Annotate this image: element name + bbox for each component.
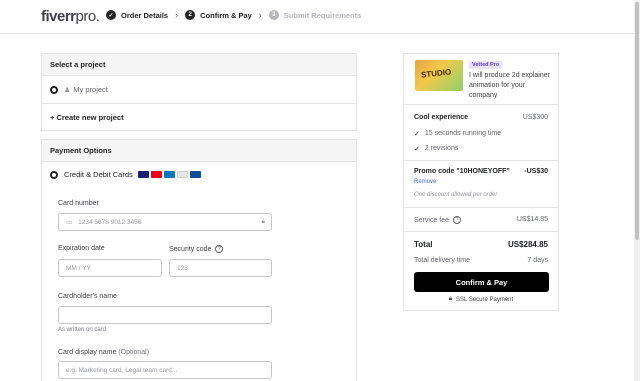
service-fee-label: Service fee: [414, 216, 450, 224]
top-header: fiverrpro. ✓ Order Details › 2 Confirm &…: [0, 0, 640, 34]
checkout-steps: ✓ Order Details › 2 Confirm & Pay › 3 Su…: [106, 10, 361, 20]
visa-icon: [137, 171, 149, 178]
divider: [404, 231, 558, 232]
divider: [404, 207, 558, 208]
radio-selected[interactable]: [50, 170, 58, 179]
remove-promo-link[interactable]: Remove: [414, 179, 548, 185]
payment-method-label: Credit & Debit Cards: [64, 170, 133, 179]
package-name: Cool experience: [414, 114, 469, 121]
jcb-icon: [189, 171, 201, 178]
credit-card-icon: ▭: [66, 219, 73, 226]
promo-value: -US$30: [524, 168, 548, 175]
expiration-label: Expiration date: [58, 245, 105, 252]
help-icon[interactable]: ?: [453, 216, 462, 224]
package-price: US$300: [522, 114, 548, 121]
step-label: Submit Requirements: [283, 10, 362, 20]
service-fee-value: US$14.85: [516, 216, 548, 223]
chevron-right-icon: ›: [258, 10, 262, 20]
project-panel: Select a project ♟ My project + Create n…: [41, 53, 357, 131]
logo-sub: pro.: [75, 8, 100, 25]
display-name-placeholder: e.g. Marketing card, Legal team card...: [66, 366, 178, 374]
ssl-text: SSL Secure Payment: [456, 296, 514, 303]
step-number: 3: [268, 10, 279, 20]
thumbnail-text: STUDIO: [420, 67, 452, 80]
lock-icon: 🔒︎: [448, 296, 453, 302]
create-project-link[interactable]: + Create new project: [42, 103, 356, 130]
gig-thumbnail[interactable]: STUDIO: [415, 60, 463, 91]
security-code-placeholder: 123: [177, 264, 188, 272]
logo-main: fiverr: [41, 8, 76, 25]
feature-text: 15 seconds running time: [424, 130, 502, 137]
page-scrollbar[interactable]: [634, 0, 640, 381]
display-name-input[interactable]: e.g. Marketing card, Legal team card...: [58, 361, 272, 379]
card-number-label: Card number: [58, 200, 99, 207]
lock-icon: 🔒︎: [261, 218, 265, 225]
step-confirm-pay: 2 Confirm & Pay: [185, 10, 252, 20]
cardholder-input[interactable]: [58, 306, 272, 324]
total-label: Total: [414, 240, 433, 249]
delivery-label: Total delivery time: [414, 257, 471, 264]
gig-title: I will produce 2d explainer animation fo…: [469, 72, 550, 99]
mastercard-icon: [150, 171, 162, 178]
feature-item: ✓ 15 seconds running time: [414, 130, 548, 138]
expiration-placeholder: MM / YY: [66, 264, 91, 272]
display-name-label-group: Card display name (Optional): [58, 349, 149, 356]
fiverr-pro-logo[interactable]: fiverrpro.: [41, 8, 100, 25]
help-icon[interactable]: ?: [215, 245, 224, 253]
card-number-placeholder: 1234 5678 9012 3456: [78, 218, 142, 226]
expiration-input[interactable]: MM / YY: [58, 259, 162, 277]
project-name: My project: [73, 85, 108, 94]
confirm-pay-button[interactable]: Confirm & Pay: [414, 272, 549, 292]
display-name-label: Card display name: [58, 349, 117, 356]
project-option-my-project[interactable]: ♟ My project: [42, 76, 356, 103]
total-line: Total US$284.85: [414, 240, 548, 249]
divider: [404, 160, 558, 161]
scrollbar-thumb[interactable]: [635, 2, 639, 240]
security-code-label: Security code: [169, 245, 212, 253]
step-label: Order Details: [121, 10, 169, 20]
divider: [404, 104, 558, 105]
promo-note: One discount allowed per order: [414, 192, 548, 198]
vetted-pro-badge: Vetted Pro: [469, 61, 503, 69]
service-fee-line: Service fee ? US$14.85: [414, 216, 548, 224]
security-code-input[interactable]: 123: [169, 259, 272, 277]
promo-line: Promo code "10HONEYOFF" -US$30: [414, 168, 548, 175]
payment-heading: Payment Options: [42, 140, 356, 162]
feature-text: 2 revisions: [424, 145, 459, 152]
cardholder-label: Cardholder's name: [58, 293, 117, 300]
step-number: 2: [185, 10, 196, 20]
security-code-label-group: Security code ?: [169, 245, 224, 253]
payment-method-cards[interactable]: Credit & Debit Cards: [42, 162, 356, 187]
package-line: Cool experience US$300: [414, 114, 548, 121]
promo-label: Promo code "10HONEYOFF": [414, 168, 510, 175]
total-value: US$284.85: [507, 240, 548, 249]
optional-tag: (Optional): [118, 349, 150, 356]
card-logos: [137, 171, 201, 178]
step-order-details[interactable]: ✓ Order Details: [106, 10, 168, 20]
discover-icon: [176, 171, 188, 178]
promo-note-text: One discount allowed per order: [414, 192, 498, 198]
project-heading: Select a project: [42, 54, 356, 76]
diners-icon: [163, 171, 175, 178]
ssl-note: 🔒︎ SSL Secure Payment: [404, 296, 558, 303]
check-icon: ✓: [414, 146, 420, 153]
step-submit-requirements: 3 Submit Requirements: [268, 10, 362, 20]
radio-selected[interactable]: [50, 85, 58, 94]
remove-label: Remove: [414, 179, 437, 185]
feature-item: ✓ 2 revisions: [414, 145, 548, 153]
card-number-input[interactable]: ▭ 1234 5678 9012 3456 🔒︎: [58, 213, 272, 231]
chevron-right-icon: ›: [175, 10, 179, 20]
step-label: Confirm & Pay: [200, 10, 252, 20]
order-summary: STUDIO Vetted Pro I will produce 2d expl…: [403, 53, 559, 311]
check-icon: ✓: [106, 10, 116, 20]
service-fee-label-group: Service fee ?: [414, 216, 462, 224]
delivery-value: 7 days: [527, 257, 548, 264]
cardholder-hint: As written on card: [58, 327, 107, 333]
check-icon: ✓: [414, 131, 420, 138]
person-icon: ♟: [64, 86, 71, 94]
delivery-line: Total delivery time 7 days: [414, 257, 548, 264]
